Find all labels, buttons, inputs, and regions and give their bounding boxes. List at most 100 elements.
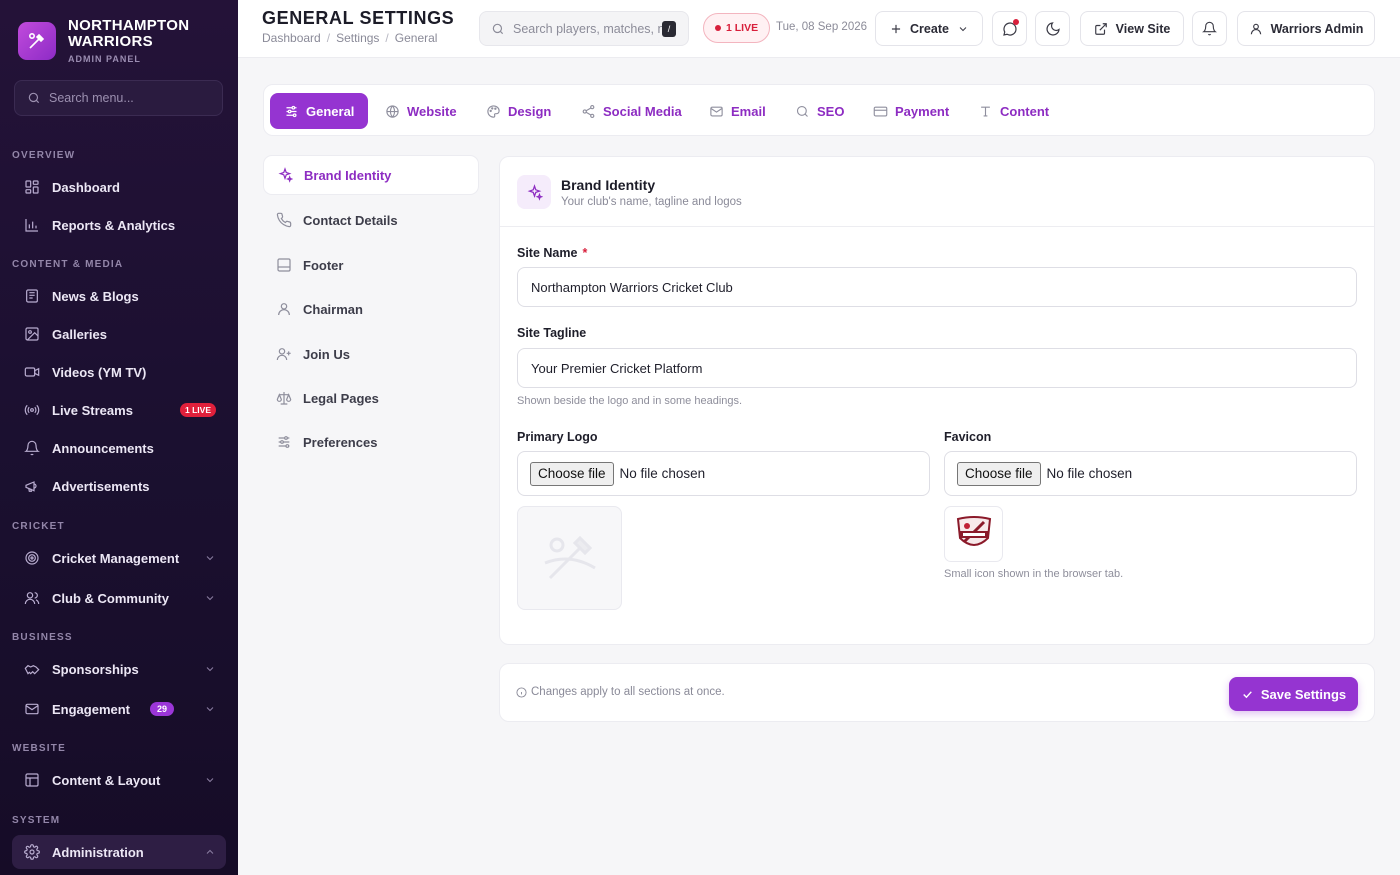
sidebar-item-dashboard[interactable]: Dashboard <box>12 170 226 204</box>
target-icon <box>25 551 39 565</box>
chevron-down-icon <box>206 596 214 601</box>
chevron-down-icon <box>206 778 214 783</box>
image-icon <box>25 327 39 341</box>
sidebar-item-club-community[interactable]: Club & Community <box>12 581 226 615</box>
chevron-down-icon <box>959 26 967 31</box>
current-date: Tue, 08 Sep 2026 <box>776 21 868 33</box>
sidebar-search-input[interactable]: Search menu... <box>14 80 223 116</box>
user-icon <box>278 303 290 316</box>
sidebar-item-label: Live Streams <box>52 402 133 418</box>
view-site-button[interactable]: View Site <box>1080 11 1184 46</box>
global-search-input[interactable]: Search players, matches, n / <box>479 11 689 46</box>
no-file-text: No file chosen <box>1046 466 1133 481</box>
subnav-footer[interactable]: Footer <box>263 245 479 285</box>
users-icon <box>24 592 40 605</box>
sidebar-item-label: Engagement <box>52 701 131 717</box>
primary-logo-file-input[interactable]: Choose file No file chosen <box>517 451 930 496</box>
live-label: 1 LIVE <box>726 22 759 34</box>
tab-content[interactable]: Content <box>964 93 1063 129</box>
subnav-preferences[interactable]: Preferences <box>263 422 479 462</box>
search-icon <box>492 23 504 34</box>
sidebar-item-label: Reports & Analytics <box>52 217 176 233</box>
subnav-label: Brand Identity <box>304 167 392 183</box>
create-button[interactable]: Create <box>875 11 983 46</box>
breadcrumb-separator: / <box>385 31 389 45</box>
sidebar-item-advertisements[interactable]: Advertisements <box>12 469 226 503</box>
external-link-icon <box>1094 22 1107 35</box>
tagline-hint: Shown beside the logo and in some headin… <box>517 395 743 407</box>
primary-logo-label: Primary Logo <box>517 430 598 444</box>
sidebar-item-label: Videos (YM TV) <box>52 364 147 380</box>
subnav-label: Preferences <box>303 434 378 450</box>
sidebar-item-engagement[interactable]: Engagement 29 <box>12 692 226 726</box>
notifications-button[interactable] <box>1192 11 1227 46</box>
subnav-legal-pages[interactable]: Legal Pages <box>263 378 479 418</box>
gear-icon <box>24 844 40 860</box>
bell-icon <box>1202 21 1217 36</box>
sparkles-icon <box>517 175 551 209</box>
brand[interactable]: NORTHAMPTON WARRIORS ADMIN PANEL <box>18 18 208 64</box>
search-icon <box>28 92 40 104</box>
breadcrumb-item[interactable]: Dashboard <box>262 31 321 45</box>
sidebar-item-content-layout[interactable]: Content & Layout <box>12 763 226 797</box>
subnav-join-us[interactable]: Join Us <box>263 334 479 374</box>
sidebar-item-label: Club & Community <box>52 590 169 606</box>
globe-icon <box>386 104 399 118</box>
sidebar-item-label: News & Blogs <box>52 288 139 304</box>
sidebar-item-label: Cricket Management <box>52 550 180 566</box>
site-name-input[interactable]: Northampton Warriors Cricket Club <box>517 267 1357 307</box>
dark-mode-toggle[interactable] <box>1035 11 1070 46</box>
breadcrumb-separator: / <box>326 31 331 45</box>
section-content-media: CONTENT & MEDIA <box>12 259 124 270</box>
subnav-contact-details[interactable]: Contact Details <box>263 200 479 240</box>
card-header: Brand Identity Your club's name, tagline… <box>500 157 1374 227</box>
search-icon <box>796 105 808 117</box>
favicon-file-input[interactable]: Choose file No file chosen <box>944 451 1357 496</box>
tab-email[interactable]: Email <box>695 93 780 129</box>
sidebar-item-sponsorships[interactable]: Sponsorships <box>12 652 226 686</box>
subnav-label: Chairman <box>303 301 363 317</box>
sidebar-item-cricket-management[interactable]: Cricket Management <box>12 541 226 575</box>
choose-file-button[interactable]: Choose file <box>957 461 1041 486</box>
site-name-label: Site Name * <box>517 246 587 260</box>
choose-file-button[interactable]: Choose file <box>530 461 614 486</box>
save-settings-button[interactable]: Save Settings <box>1229 677 1358 711</box>
subnav-brand-identity[interactable]: Brand Identity <box>263 155 479 195</box>
sidebar: NORTHAMPTON WARRIORS ADMIN PANEL Search … <box>0 0 238 875</box>
tab-seo[interactable]: SEO <box>781 93 858 129</box>
site-tagline-input[interactable]: Your Premier Cricket Platform <box>517 348 1357 388</box>
megaphone-icon <box>25 481 37 492</box>
breadcrumb-item[interactable]: Settings <box>336 31 379 45</box>
breadcrumb-item: General <box>394 31 438 45</box>
primary-logo-preview <box>517 506 622 610</box>
sidebar-item-label: Advertisements <box>52 478 150 494</box>
user-plus-icon <box>276 348 291 361</box>
sidebar-item-galleries[interactable]: Galleries <box>12 317 226 351</box>
sidebar-item-administration[interactable]: Administration <box>12 835 226 869</box>
subnav-label: Legal Pages <box>303 390 379 406</box>
tab-social-media[interactable]: Social Media <box>567 93 696 129</box>
user-menu-button[interactable]: Warriors Admin <box>1237 11 1375 46</box>
tab-website[interactable]: Website <box>371 93 471 129</box>
messages-button[interactable] <box>992 11 1027 46</box>
tab-label: Design <box>508 103 552 119</box>
chevron-down-icon <box>206 667 214 672</box>
sidebar-item-label: Dashboard <box>52 179 120 195</box>
subnav-chairman[interactable]: Chairman <box>263 289 479 329</box>
tab-design[interactable]: Design <box>472 93 565 129</box>
type-icon <box>981 106 990 116</box>
sidebar-item-videos[interactable]: Videos (YM TV) <box>12 355 226 389</box>
moon-icon <box>1045 21 1060 36</box>
global-search-placeholder: Search players, matches, n <box>513 21 665 36</box>
sidebar-item-announcements[interactable]: Announcements <box>12 431 226 465</box>
tab-general[interactable]: General <box>270 93 369 129</box>
live-indicator[interactable]: 1 LIVE <box>703 13 771 43</box>
tab-payment[interactable]: Payment <box>859 93 963 129</box>
live-badge: 1 LIVE <box>180 403 216 417</box>
sidebar-item-news[interactable]: News & Blogs <box>12 279 226 313</box>
sidebar-item-label: Galleries <box>52 326 107 342</box>
sidebar-item-live-streams[interactable]: Live Streams 1 LIVE <box>12 393 226 427</box>
bar-chart-icon <box>25 219 38 232</box>
sidebar-item-reports[interactable]: Reports & Analytics <box>12 208 226 242</box>
live-dot-icon <box>715 25 721 31</box>
